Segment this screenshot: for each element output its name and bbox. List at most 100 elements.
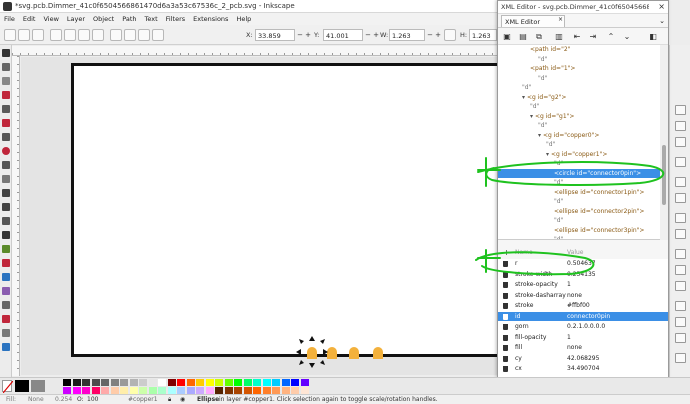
color-swatch[interactable] [291, 379, 299, 386]
3d-box-tool-icon[interactable] [2, 133, 10, 141]
expand-chevron-icon[interactable]: ▾ [530, 113, 533, 120]
swatch-grid[interactable] [63, 379, 663, 395]
paint-bucket-tool-icon[interactable] [2, 273, 10, 281]
new-element-node-icon[interactable]: ▣ [502, 32, 512, 42]
delete-attribute-trash-icon[interactable] [503, 261, 508, 267]
tab-xml-editor[interactable]: XML Editor [501, 15, 565, 27]
xml-node[interactable]: "d" [538, 55, 547, 64]
pen-tool-icon[interactable] [2, 203, 10, 211]
indent-node-icon[interactable]: ⇥ [588, 32, 598, 42]
no-paint-swatch[interactable] [2, 380, 13, 393]
delete-attribute-trash-icon[interactable] [503, 324, 508, 330]
eraser-tool-icon[interactable] [2, 259, 10, 267]
ellipse-tool-icon[interactable] [2, 147, 10, 155]
lpe-tool-icon[interactable] [2, 343, 10, 351]
attribute-value[interactable]: 1 [567, 333, 571, 343]
w-field[interactable]: 1.263 [389, 29, 425, 41]
menu-object[interactable]: Object [93, 15, 114, 23]
close-icon[interactable]: × [658, 2, 665, 11]
attribute-row[interactable]: stroke #ffbf00 [498, 301, 668, 311]
node-tool-icon[interactable] [2, 63, 10, 71]
color-swatch[interactable] [167, 379, 176, 386]
attribute-value[interactable]: 0.254135 [567, 270, 596, 280]
color-swatch[interactable] [281, 379, 290, 386]
flip-vertical-icon[interactable] [92, 29, 104, 41]
xml-node[interactable]: ▾ <g id="copper1"> [546, 150, 607, 159]
color-swatch[interactable] [234, 387, 242, 394]
color-swatch[interactable] [272, 379, 280, 386]
color-swatch[interactable] [167, 387, 176, 394]
y-field[interactable]: 41.001 [323, 29, 363, 41]
attribute-row[interactable]: fill none [498, 343, 668, 353]
xml-node[interactable]: <path id="1"> [530, 64, 575, 73]
color-swatch[interactable] [205, 379, 214, 386]
tweak-tool-icon[interactable] [2, 77, 10, 85]
expand-chevron-icon[interactable]: ▾ [546, 151, 549, 158]
scrollbar-thumb[interactable] [662, 145, 666, 205]
menu-text[interactable]: Text [145, 15, 158, 23]
menu-path[interactable]: Path [122, 15, 136, 23]
w-decrement-button[interactable]: − [426, 29, 434, 41]
zoom-tool-icon[interactable] [2, 91, 10, 99]
expand-chevron-icon[interactable]: ▾ [522, 94, 525, 101]
color-swatch[interactable] [148, 387, 157, 394]
attribute-row[interactable]: stroke-opacity 1 [498, 280, 668, 290]
color-swatch[interactable] [158, 379, 166, 386]
color-swatch[interactable] [72, 379, 81, 386]
xml-node-tree[interactable]: <path id="2" "d" <path id="1"> "d" "d" ▾ <g id… [498, 45, 660, 240]
attribute-row[interactable]: cy 42.068295 [498, 354, 668, 364]
attribute-value[interactable]: none [567, 291, 582, 301]
color-swatch[interactable] [234, 379, 242, 386]
select-all-layers-icon[interactable] [18, 29, 30, 41]
xml-node[interactable]: "d" [546, 140, 555, 149]
xml-node[interactable]: ▾ <g id="g2"> [522, 93, 566, 102]
delete-attribute-trash-icon[interactable] [503, 345, 508, 351]
xml-node[interactable]: "d" [530, 102, 539, 111]
raise-icon[interactable] [124, 29, 136, 41]
raise-to-top-icon[interactable] [110, 29, 122, 41]
color-swatch[interactable] [129, 379, 138, 386]
calligraphy-tool-icon[interactable] [2, 217, 10, 225]
new-document-icon[interactable] [675, 105, 686, 115]
attribute-row[interactable]: stroke-width 0.254135 [498, 270, 668, 280]
color-swatch[interactable] [101, 387, 109, 394]
color-swatch[interactable] [148, 379, 157, 386]
layout-toggle-icon[interactable]: ◧ [648, 32, 658, 42]
delete-attribute-trash-icon[interactable] [503, 282, 508, 288]
drawing-canvas[interactable] [21, 57, 500, 375]
w-increment-button[interactable]: + [434, 29, 442, 41]
selector-tool-icon[interactable] [2, 49, 10, 57]
x-field[interactable]: 33.859 [255, 29, 295, 41]
save-icon[interactable] [675, 137, 686, 147]
mesh-tool-icon[interactable] [2, 301, 10, 309]
color-swatch[interactable] [186, 387, 195, 394]
menu-view[interactable]: View [43, 15, 58, 23]
attribute-value[interactable]: none [567, 343, 582, 353]
color-swatch[interactable] [139, 379, 147, 386]
xml-node[interactable]: <path id="2" [530, 45, 570, 54]
color-swatch[interactable] [196, 387, 204, 394]
color-swatch[interactable] [243, 379, 252, 386]
y-decrement-button[interactable]: − [364, 29, 372, 41]
raise-node-icon[interactable]: ⌃ [606, 32, 616, 42]
xml-node[interactable]: "d" [554, 159, 563, 168]
gradient-tool-icon[interactable] [2, 287, 10, 295]
undo-icon[interactable] [675, 213, 686, 223]
attribute-row[interactable]: stroke-dasharray none [498, 291, 668, 301]
new-text-node-icon[interactable]: ▤ [518, 32, 528, 42]
lower-icon[interactable] [138, 29, 150, 41]
xml-node[interactable]: <ellipse id="connector1pin"> [554, 188, 644, 197]
attribute-row[interactable]: fill-opacity 1 [498, 333, 668, 343]
xml-node[interactable]: "d" [538, 74, 547, 83]
color-swatch[interactable] [186, 379, 195, 386]
color-swatch[interactable] [177, 379, 185, 386]
zoom-page-icon[interactable] [675, 333, 686, 343]
delete-attribute-trash-icon[interactable] [503, 366, 508, 372]
color-swatch[interactable] [110, 379, 119, 386]
delete-attribute-trash-icon[interactable] [503, 355, 508, 362]
color-swatch[interactable] [101, 379, 109, 386]
color-swatch[interactable] [63, 379, 71, 386]
attribute-row-selected[interactable]: id connector0pin [498, 311, 668, 321]
color-swatch[interactable] [177, 387, 185, 394]
color-swatch[interactable] [72, 387, 81, 394]
